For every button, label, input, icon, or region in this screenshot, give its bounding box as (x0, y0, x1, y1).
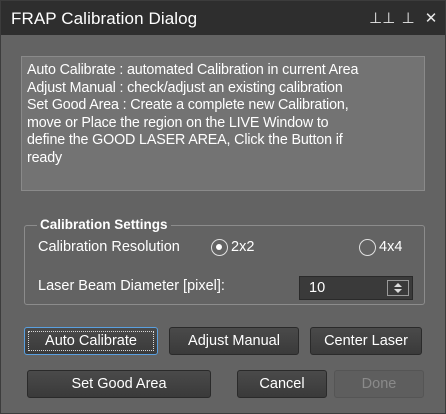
resolution-2x2-radio[interactable] (211, 239, 228, 256)
resolution-2x2-label[interactable]: 2x2 (231, 239, 254, 255)
instruction-line: move or Place the region on the LIVE Win… (27, 114, 329, 131)
calibration-settings-legend: Calibration Settings (37, 217, 171, 232)
instruction-line: define the GOOD LASER AREA, Click the Bu… (27, 132, 343, 148)
set-good-area-button[interactable]: Set Good Area (27, 370, 211, 398)
done-button: Done (334, 370, 424, 398)
calibration-resolution-label: Calibration Resolution (38, 239, 180, 255)
pin-all-icon[interactable]: ⊥⊥ (369, 8, 395, 28)
instruction-line: ready (27, 149, 63, 166)
laser-beam-diameter-value[interactable]: 10 (309, 280, 325, 296)
radio-selected-dot (216, 244, 222, 250)
instruction-line: Adjust Manual : check/adjust an existing… (27, 79, 343, 96)
set-good-area-label: Set Good Area (71, 376, 167, 392)
center-laser-label: Center Laser (324, 333, 408, 349)
laser-beam-diameter-spinbox[interactable]: 10 (299, 276, 413, 300)
laser-beam-diameter-label: Laser Beam Diameter [pixel]: (38, 278, 225, 294)
title-bar[interactable]: FRAP Calibration Dialog ⊥⊥ ⊥ ✕ (1, 1, 445, 35)
close-icon[interactable]: ✕ (421, 8, 441, 28)
instruction-line: Auto Calibrate : automated Calibration i… (27, 62, 359, 78)
focus-ring (28, 331, 154, 351)
frap-calibration-dialog: FRAP Calibration Dialog ⊥⊥ ⊥ ✕ Auto Cali… (0, 0, 446, 414)
adjust-manual-button[interactable]: Adjust Manual (169, 327, 299, 355)
pin-icon[interactable]: ⊥ (399, 8, 417, 28)
adjust-manual-label: Adjust Manual (188, 333, 280, 349)
spin-up-icon[interactable] (394, 283, 402, 287)
spin-down-icon[interactable] (394, 289, 402, 293)
window-title: FRAP Calibration Dialog (11, 9, 198, 28)
resolution-4x4-label[interactable]: 4x4 (379, 239, 402, 255)
instruction-line: Set Good Area : Create a complete new Ca… (27, 97, 349, 113)
auto-calibrate-button[interactable]: Auto Calibrate (24, 327, 158, 355)
instructions-text-box: Auto Calibrate : automated Calibration i… (21, 56, 425, 191)
done-label: Done (361, 376, 397, 392)
resolution-4x4-radio[interactable] (359, 239, 376, 256)
cancel-label: Cancel (259, 376, 305, 392)
cancel-button[interactable]: Cancel (237, 370, 327, 398)
spin-arrows[interactable] (387, 280, 409, 296)
center-laser-button[interactable]: Center Laser (310, 327, 422, 355)
